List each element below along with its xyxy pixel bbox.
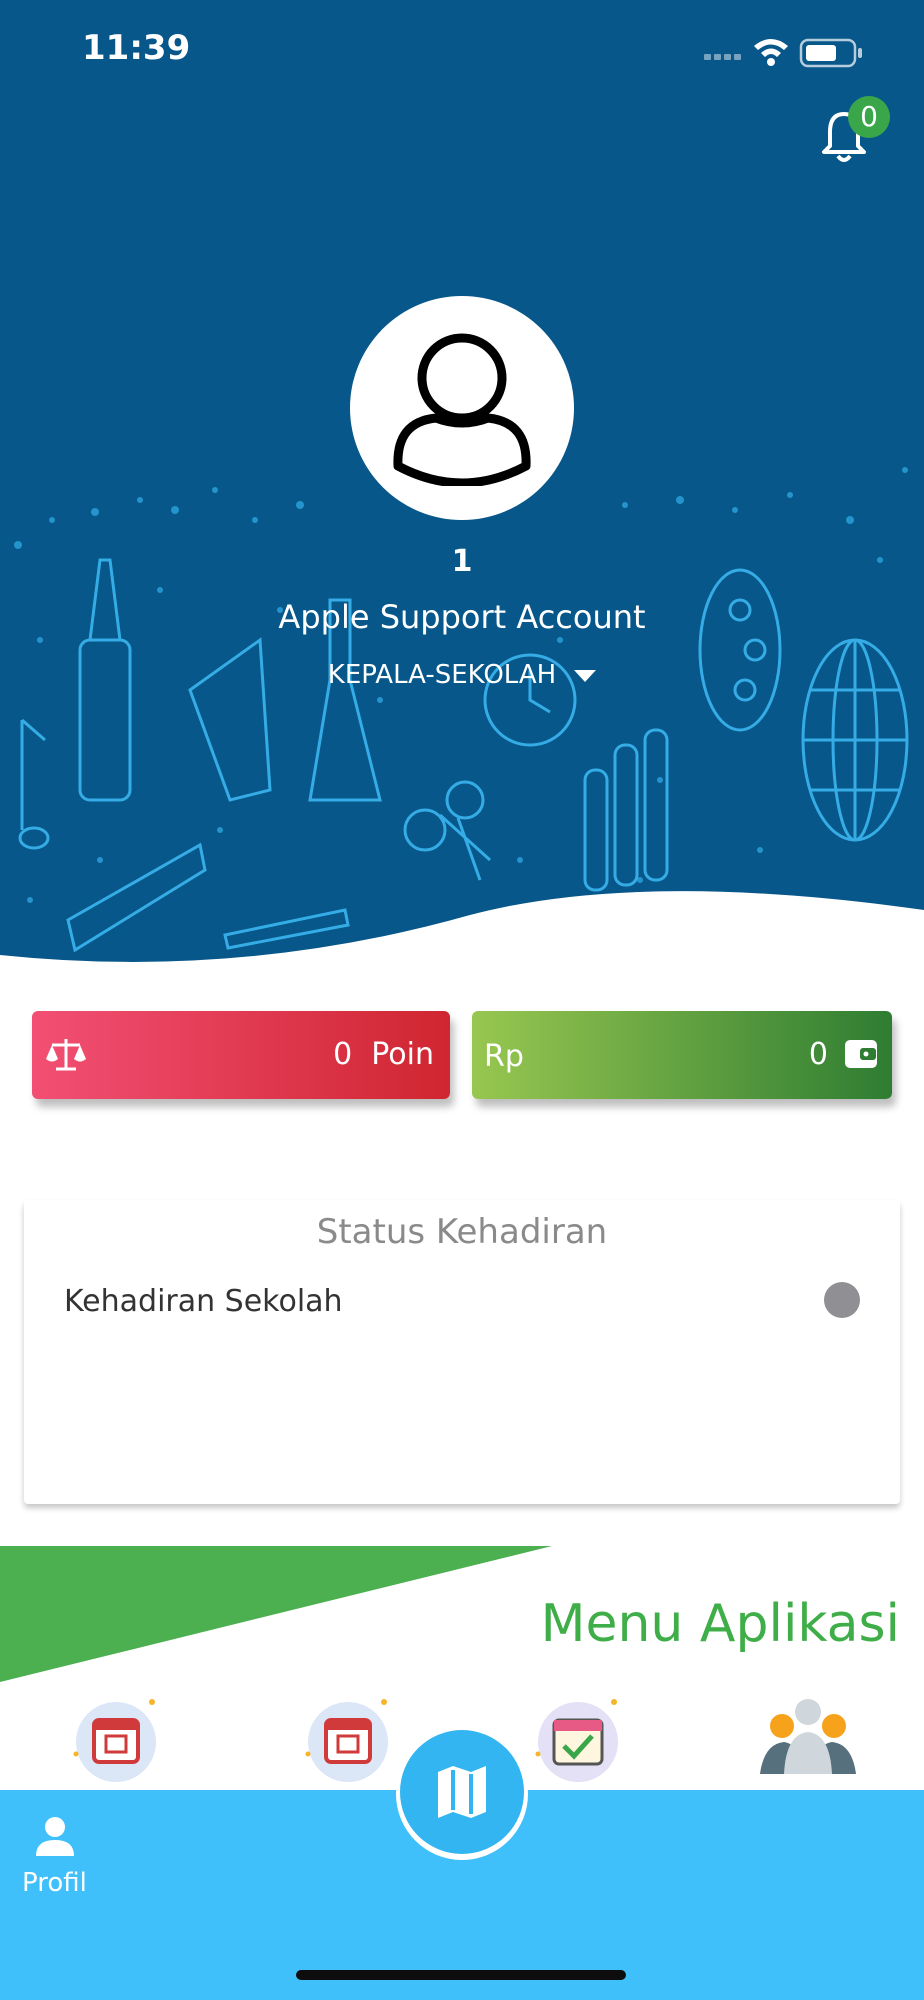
menu-decoration-triangle [0, 1546, 552, 1682]
currency-label: Rp [484, 1039, 524, 1074]
caret-down-icon [574, 669, 597, 682]
poin-value: 0 [333, 1037, 353, 1072]
profile-header: 11:39 0 1 Apple Support Account KEPALA-S… [0, 0, 924, 980]
notification-button[interactable]: 0 [814, 96, 894, 176]
status-icons [704, 32, 874, 76]
balance-scale-icon [46, 1039, 86, 1071]
attendance-status-dot [824, 1282, 860, 1318]
poin-label: Poin [371, 1037, 434, 1072]
role-label: KEPALA-SEKOLAH [327, 660, 557, 690]
status-bar: 11:39 [0, 0, 924, 100]
balance-value: 0 [808, 1037, 828, 1072]
map-button[interactable] [400, 1730, 524, 1854]
menu-item-calendar-1[interactable] [68, 1694, 164, 1790]
signal-wifi-battery-icon [704, 38, 862, 68]
menu-item-users[interactable] [760, 1694, 856, 1790]
attendance-card: Status Kehadiran Kehadiran Sekolah [24, 1200, 900, 1504]
wallet-icon [845, 1040, 877, 1068]
calendar-icon [73, 1699, 156, 1782]
home-indicator [296, 1970, 626, 1980]
attendance-item-label: Kehadiran Sekolah [64, 1284, 343, 1319]
user-id: 1 [451, 544, 473, 579]
balance-card[interactable]: Rp 0 [472, 1011, 892, 1099]
avatar[interactable] [350, 296, 574, 520]
header-wave [0, 891, 924, 980]
status-time: 11:39 [82, 28, 191, 68]
menu-title: Menu Aplikasi [540, 1594, 900, 1654]
nav-profil-label[interactable]: Profil [22, 1868, 87, 1898]
role-selector[interactable]: KEPALA-SEKOLAH [0, 660, 924, 690]
notification-count-badge: 0 [848, 96, 890, 138]
poin-value-group: 0 Poin [333, 1037, 434, 1072]
person-icon[interactable] [34, 1816, 76, 1858]
attendance-title: Status Kehadiran [316, 1212, 608, 1252]
poin-card[interactable]: 0 Poin [32, 1011, 450, 1099]
map-icon [438, 1766, 486, 1818]
user-avatar-icon [393, 333, 531, 486]
user-name: Apple Support Account [278, 598, 646, 636]
users-group-icon [760, 1699, 856, 1774]
